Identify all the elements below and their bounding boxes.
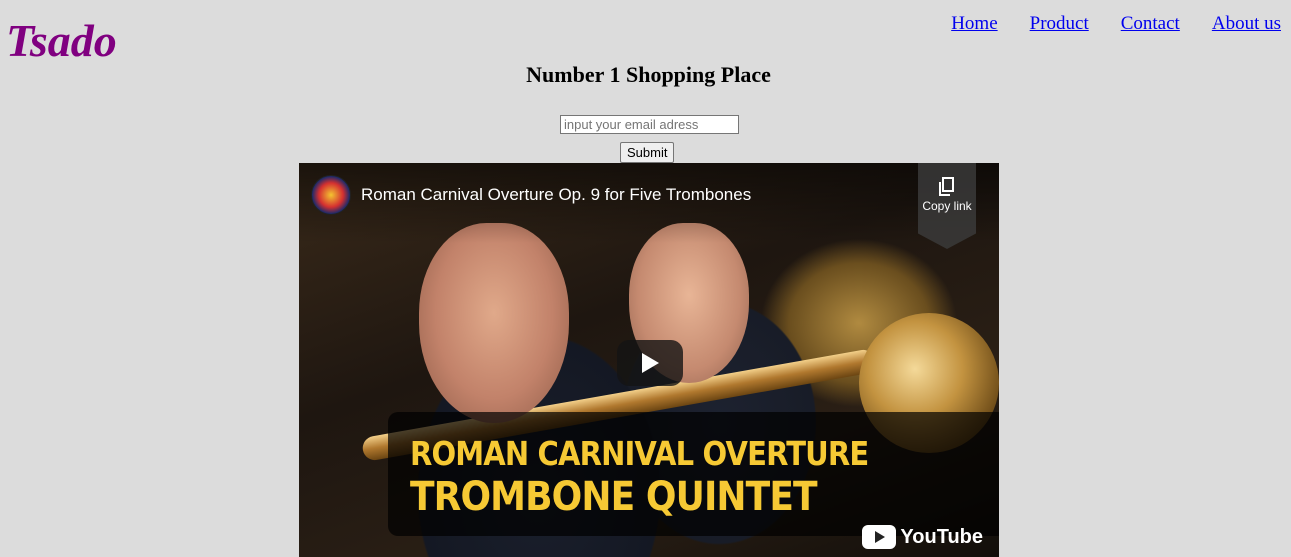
nav-contact-link[interactable]: Contact: [1121, 13, 1180, 35]
copy-icon: [939, 177, 954, 196]
thumbnail-title-line2: TROMBONE QUINTET: [410, 474, 818, 520]
video-title[interactable]: Roman Carnival Overture Op. 9 for Five T…: [361, 185, 751, 205]
thumbnail-title-line1: ROMAN CARNIVAL OVERTURE: [410, 434, 869, 473]
play-button[interactable]: [617, 340, 683, 386]
video-embed[interactable]: Roman Carnival Overture Op. 9 for Five T…: [299, 163, 999, 557]
copy-link-button[interactable]: Copy link: [918, 163, 976, 249]
submit-button[interactable]: Submit: [620, 142, 675, 163]
copy-link-label: Copy link: [922, 199, 972, 213]
nav-product-link[interactable]: Product: [1030, 13, 1089, 35]
site-logo: Tsado: [6, 15, 117, 66]
email-input[interactable]: [560, 115, 739, 134]
play-icon: [642, 353, 659, 373]
thumbnail-banner: ROMAN CARNIVAL OVERTURE TROMBONE QUINTET: [388, 412, 999, 536]
top-nav: Home Product Contact About us: [951, 13, 1281, 35]
youtube-wordmark: YouTube: [900, 525, 983, 548]
page-headline: Number 1 Shopping Place: [526, 62, 771, 87]
nav-about-link[interactable]: About us: [1212, 13, 1281, 35]
youtube-icon: [862, 525, 897, 549]
channel-avatar-icon[interactable]: [311, 175, 351, 215]
youtube-logo[interactable]: YouTube: [862, 525, 983, 549]
nav-home-link[interactable]: Home: [951, 13, 997, 35]
musician-face-front: [419, 223, 569, 423]
